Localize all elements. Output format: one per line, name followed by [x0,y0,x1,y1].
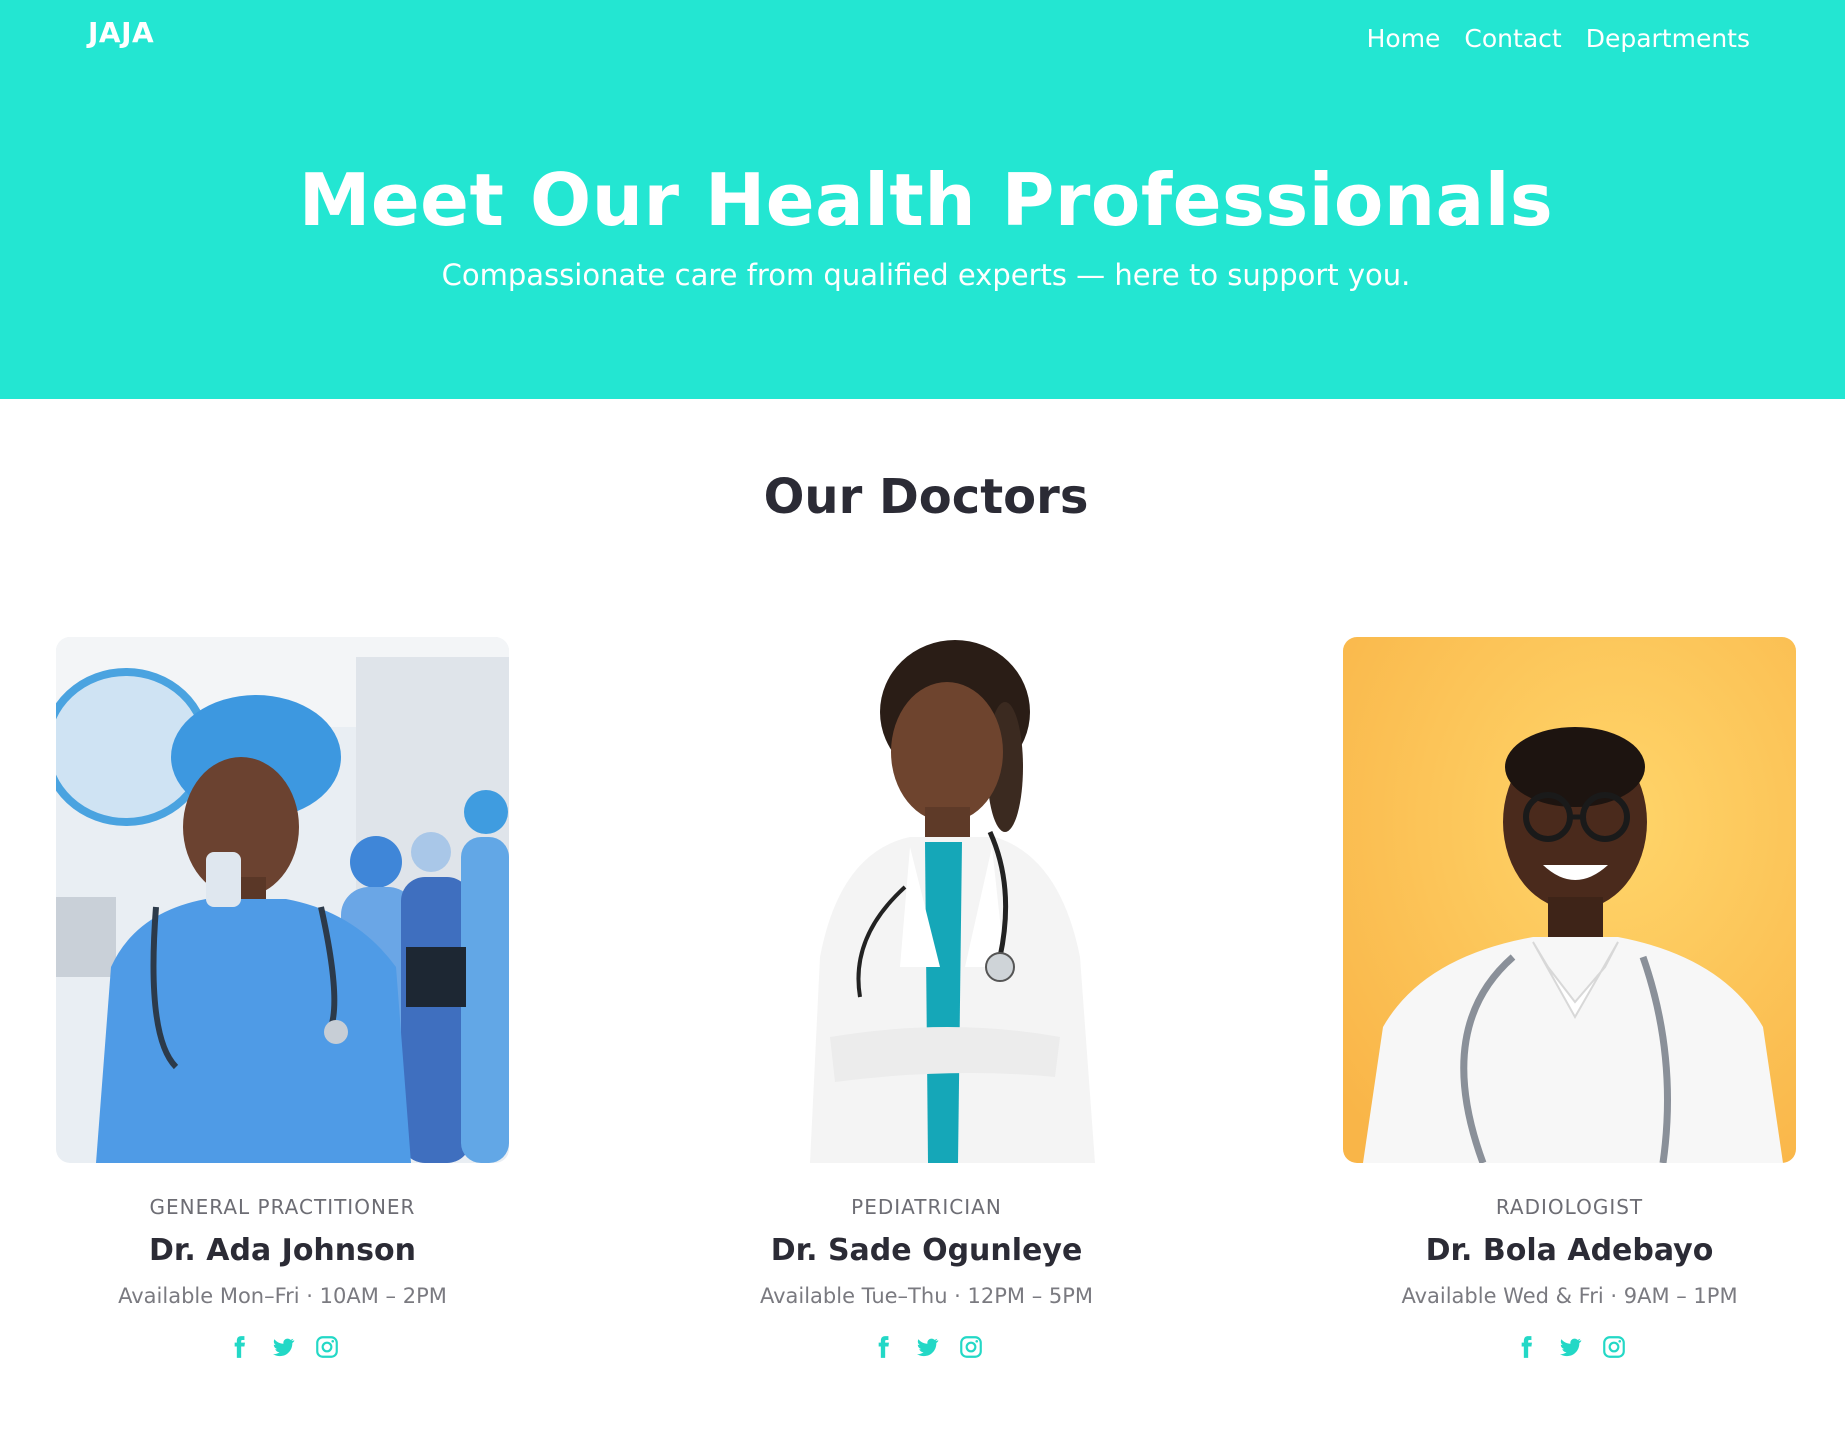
twitter-icon[interactable] [1557,1334,1583,1360]
nav-departments[interactable]: Departments [1586,24,1750,53]
doctor-card: RADIOLOGIST Dr. Bola Adebayo Available W… [1343,637,1796,1360]
nav-contact[interactable]: Contact [1464,24,1561,53]
doctor-photo [56,637,509,1163]
social-links [1343,1334,1796,1360]
twitter-icon[interactable] [270,1334,296,1360]
doctor-photo [700,637,1153,1163]
hero-banner: JAJA Home Contact Departments Meet Our H… [0,0,1845,399]
facebook-icon[interactable] [226,1334,252,1360]
doctor-role: RADIOLOGIST [1495,1195,1644,1219]
doctor-role: GENERAL PRACTITIONER [149,1195,416,1219]
doctor-name: Dr. Bola Adebayo [1425,1233,1714,1268]
doctor-card: PEDIATRICIAN Dr. Sade Ogunleye Available… [700,637,1153,1360]
doctor-name: Dr. Sade Ogunleye [770,1233,1083,1268]
doctor-availability: Available Mon–Fri · 10AM – 2PM [118,1284,447,1308]
doctor-role: PEDIATRICIAN [851,1195,1002,1219]
main-nav: Home Contact Departments [1367,24,1750,53]
facebook-icon[interactable] [1513,1334,1539,1360]
hero-subtitle: Compassionate care from qualified expert… [441,258,1411,292]
section-title: Our Doctors [763,469,1089,525]
doctor-card: GENERAL PRACTITIONER Dr. Ada Johnson Ava… [56,637,509,1360]
instagram-icon[interactable] [1601,1334,1627,1360]
social-links [700,1334,1153,1360]
social-links [56,1334,509,1360]
instagram-icon[interactable] [958,1334,984,1360]
doctor-availability: Available Wed & Fri · 9AM – 1PM [1401,1284,1738,1308]
doctor-photo [1343,637,1796,1163]
site-logo[interactable]: JAJA [88,16,154,49]
instagram-icon[interactable] [314,1334,340,1360]
doctor-name: Dr. Ada Johnson [149,1233,416,1268]
twitter-icon[interactable] [914,1334,940,1360]
nav-home[interactable]: Home [1367,24,1441,53]
facebook-icon[interactable] [870,1334,896,1360]
doctor-availability: Available Tue–Thu · 12PM – 5PM [759,1284,1094,1308]
hero-title: Meet Our Health Professionals [298,158,1554,242]
